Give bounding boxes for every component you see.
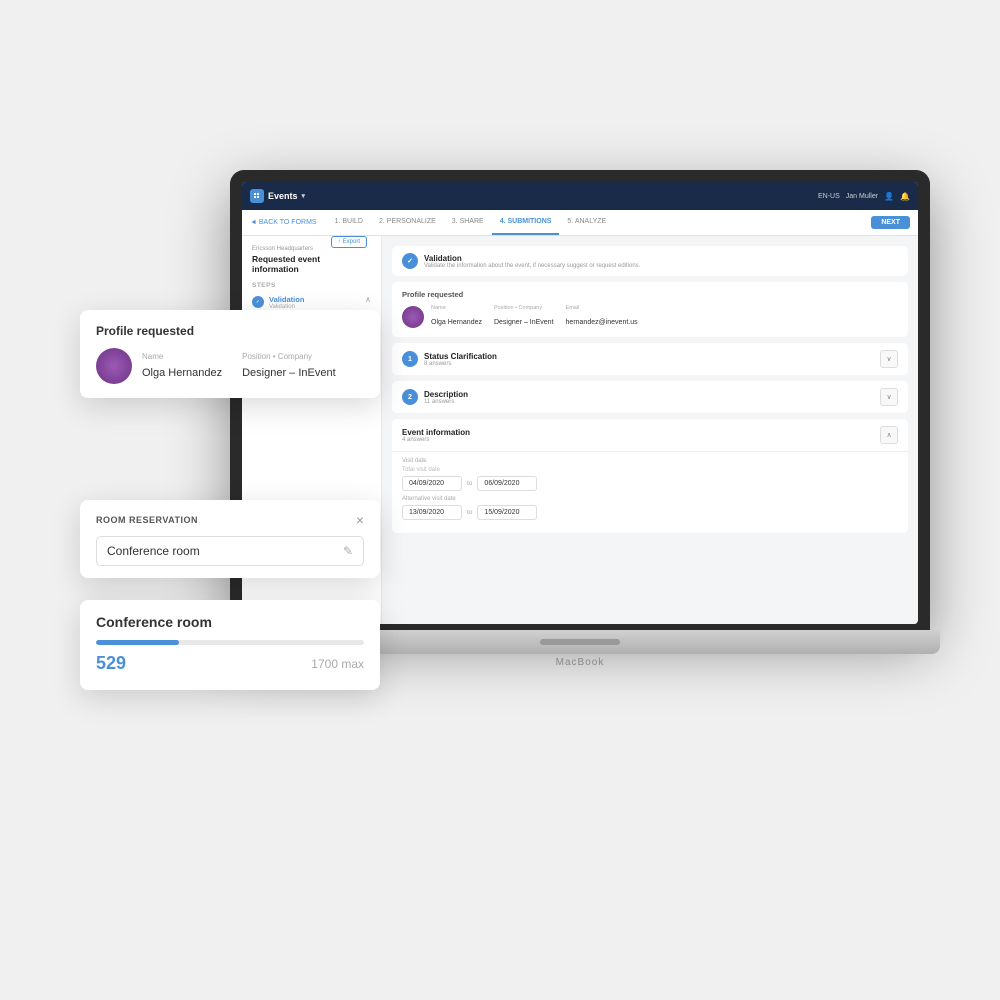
validation-desc: Validate the information about the event…: [424, 263, 640, 269]
stats-current-value: 529: [96, 653, 126, 674]
alt-date-from-input[interactable]: 13/09/2020: [402, 505, 462, 520]
step-analyze[interactable]: 5. ANALYZE: [559, 210, 614, 235]
back-to-forms-link[interactable]: ◄ BACK TO FORMS: [250, 219, 317, 226]
description-expand-button[interactable]: ∨: [880, 388, 898, 406]
step1-name: Validation: [269, 295, 360, 304]
steps-bar: ◄ BACK TO FORMS 1. BUILD 2. PERSONALIZE …: [242, 210, 918, 236]
float-room-title: ROOM RESERVATION: [96, 515, 198, 525]
date-row-main: 04/09/2020 to 06/09/2020: [402, 476, 898, 491]
stats-row: 529 1700 max: [96, 653, 364, 674]
room-value-text: Conference room: [107, 544, 200, 558]
profile-card: Profile requested Name Olga Hernandez: [392, 282, 908, 337]
event-info-collapse-button[interactable]: ∧: [880, 426, 898, 444]
profile-avatar: [402, 306, 424, 328]
profile-card-title: Profile requested: [402, 290, 898, 299]
progress-bar-fill: [96, 640, 179, 645]
user-name: Jan Muller: [846, 193, 878, 200]
status-header: 1 Status Clarification 8 answers ∨: [392, 343, 908, 375]
stats-max-value: 1700 max: [311, 657, 364, 671]
profile-position-field: Position • Company Designer – InEvent: [494, 305, 554, 329]
app-navbar: Events ▾ EN-US Jan Muller 👤 🔔: [242, 182, 918, 210]
notification-icon[interactable]: 🔔: [900, 192, 910, 201]
description-answers: 11 answers: [424, 399, 468, 405]
float-profile-fields: Name Olga Hernandez Position • Company D…: [142, 352, 336, 381]
description-icon: 2: [402, 389, 418, 405]
event-info-answers: 4 answers: [402, 437, 470, 443]
total-date-label: Total visit date: [402, 467, 898, 473]
event-info-card: Event information 4 answers ∧ Visit date…: [392, 419, 908, 533]
status-answers: 8 answers: [424, 361, 497, 367]
profile-email-field: Email hernandez@inevent.us: [566, 305, 638, 329]
next-button[interactable]: NEXT: [871, 216, 910, 229]
description-title: Description: [424, 390, 468, 399]
float-name-field: Name Olga Hernandez: [142, 352, 222, 381]
step-personalize[interactable]: 2. PERSONALIZE: [371, 210, 444, 235]
event-info-title: Event information: [402, 428, 470, 437]
float-room-header: ROOM RESERVATION ×: [96, 512, 364, 528]
step-submissions[interactable]: 4. SUBMITIONS: [492, 210, 560, 235]
date-row-alt: 13/09/2020 to 15/09/2020: [402, 505, 898, 520]
dropdown-arrow: ▾: [302, 192, 306, 200]
step1-chevron-icon: ∧: [365, 295, 371, 304]
step-share[interactable]: 3. SHARE: [444, 210, 492, 235]
validation-card: ✓ Validation Validate the information ab…: [392, 246, 908, 276]
status-card: 1 Status Clarification 8 answers ∨: [392, 343, 908, 375]
alt-to-label: to: [467, 509, 472, 516]
laptop-notch: [540, 639, 620, 645]
profile-row: Name Olga Hernandez Position • Company D…: [402, 305, 898, 329]
sidebar-title: Requested event information: [252, 254, 331, 274]
logo-icon: [250, 189, 264, 203]
app-logo: Events ▾: [250, 189, 305, 203]
steps-label: STEPS: [252, 282, 371, 289]
step1-circle: ✓: [252, 296, 264, 308]
date-to-input[interactable]: 06/09/2020: [477, 476, 537, 491]
app-nav-right: EN-US Jan Muller 👤 🔔: [818, 192, 910, 201]
step-build[interactable]: 1. BUILD: [327, 210, 371, 235]
visit-date-label: Visit date: [402, 458, 898, 464]
description-header: 2 Description 11 answers ∨: [392, 381, 908, 413]
event-info-header: Event information 4 answers ∧: [392, 419, 908, 451]
app-main: ✓ Validation Validate the information ab…: [382, 236, 918, 624]
float-position-field: Position • Company Designer – InEvent: [242, 352, 336, 381]
export-button[interactable]: ↑ Export: [331, 236, 367, 248]
event-info-body: Visit date Total visit date 04/09/2020 t…: [392, 451, 908, 533]
validation-header: ✓ Validation Validate the information ab…: [392, 246, 908, 276]
float-profile-avatar: [96, 348, 132, 384]
date-from-input[interactable]: 04/09/2020: [402, 476, 462, 491]
room-edit-icon[interactable]: ✎: [343, 544, 353, 558]
alt-date-to-input[interactable]: 15/09/2020: [477, 505, 537, 520]
float-room-close-icon[interactable]: ×: [356, 512, 364, 528]
alt-date-label: Alternative visit date: [402, 496, 898, 502]
status-title: Status Clarification: [424, 352, 497, 361]
language-selector[interactable]: EN-US: [818, 193, 840, 200]
float-profile-title: Profile requested: [96, 324, 364, 338]
status-expand-button[interactable]: ∨: [880, 350, 898, 368]
float-stats-title: Conference room: [96, 614, 364, 630]
float-profile-row: Name Olga Hernandez Position • Company D…: [96, 348, 364, 384]
export-icon: ↑: [338, 239, 341, 245]
app-logo-text: Events: [268, 191, 298, 201]
to-label: to: [467, 480, 472, 487]
float-stats-card: Conference room 529 1700 max: [80, 600, 380, 690]
float-profile-card: Profile requested Name Olga Hernandez Po…: [80, 310, 380, 398]
description-card: 2 Description 11 answers ∨: [392, 381, 908, 413]
profile-fields: Name Olga Hernandez Position • Company D…: [431, 305, 898, 329]
validation-icon: ✓: [402, 253, 418, 269]
progress-bar-background: [96, 640, 364, 645]
user-avatar-icon: 👤: [884, 192, 894, 201]
status-icon: 1: [402, 351, 418, 367]
validation-title: Validation: [424, 254, 640, 263]
float-room-card: ROOM RESERVATION × Conference room ✎: [80, 500, 380, 578]
float-room-input[interactable]: Conference room ✎: [96, 536, 364, 566]
profile-name-field: Name Olga Hernandez: [431, 305, 482, 329]
